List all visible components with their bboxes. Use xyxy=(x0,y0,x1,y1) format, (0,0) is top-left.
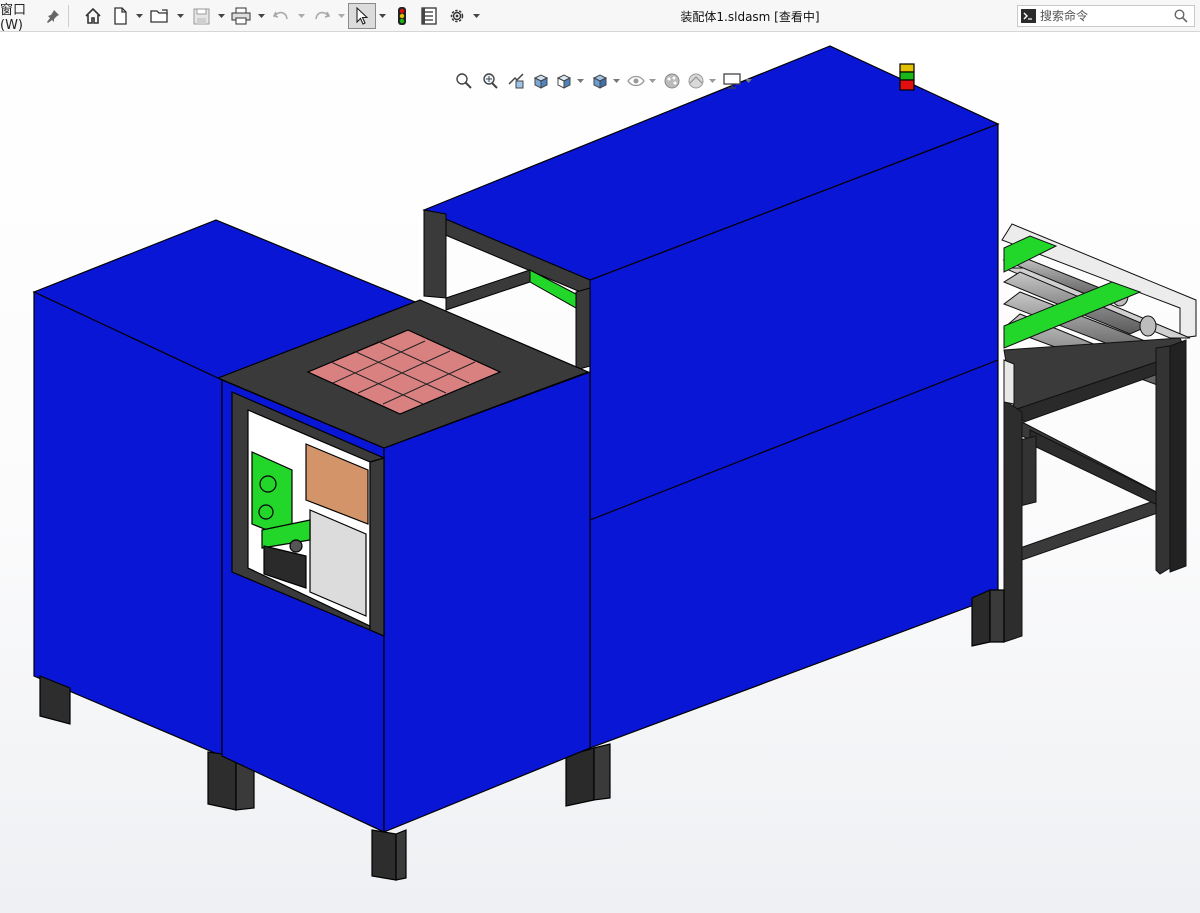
undo-dropdown-chevron-icon[interactable] xyxy=(297,11,305,21)
new-document-icon[interactable] xyxy=(110,0,130,32)
section-view-icon[interactable] xyxy=(530,69,554,93)
home-icon[interactable] xyxy=(82,0,104,32)
heads-up-view-toolbar xyxy=(452,69,752,93)
feeder-leg xyxy=(371,829,397,881)
display-style-icon[interactable] xyxy=(588,69,612,93)
zoom-to-fit-icon[interactable] xyxy=(452,69,476,93)
new-dropdown-chevron-icon[interactable] xyxy=(135,11,143,21)
print-icon[interactable] xyxy=(230,0,252,32)
title-bar: 窗口(W) 装配体1.sldasm [查看中] 搜索命令 xyxy=(0,0,1200,33)
select-dropdown-chevron-icon[interactable] xyxy=(378,11,386,21)
open-folder-icon[interactable] xyxy=(149,0,171,32)
search-input[interactable] xyxy=(1040,6,1172,26)
file-properties-icon[interactable] xyxy=(418,0,440,32)
menu-window-label: 窗口(W) xyxy=(0,3,27,33)
enclosure-leg xyxy=(971,589,991,647)
view-settings-icon[interactable] xyxy=(720,69,744,93)
pin-icon[interactable] xyxy=(42,0,64,32)
signal-beacon xyxy=(899,63,915,91)
previous-view-icon[interactable] xyxy=(504,69,528,93)
print-dropdown-chevron-icon[interactable] xyxy=(257,11,265,21)
redo-dropdown-chevron-icon[interactable] xyxy=(337,11,345,21)
view-orientation-chevron-icon[interactable] xyxy=(576,69,584,93)
display-style-chevron-icon[interactable] xyxy=(612,69,620,93)
undo-icon[interactable] xyxy=(270,0,292,32)
assembly-model[interactable] xyxy=(0,33,1200,913)
search-command-box[interactable] xyxy=(1017,5,1195,27)
options-dropdown-chevron-icon[interactable] xyxy=(472,11,480,21)
zoom-to-area-icon[interactable] xyxy=(478,69,502,93)
rebuild-icon[interactable] xyxy=(392,0,412,32)
document-title: 装配体1.sldasm [查看中] xyxy=(680,10,820,24)
frame-leg xyxy=(1155,345,1171,575)
toolbar-separator xyxy=(68,5,69,27)
apply-scene-chevron-icon[interactable] xyxy=(708,69,716,93)
open-dropdown-chevron-icon[interactable] xyxy=(176,11,184,21)
save-icon[interactable] xyxy=(190,0,212,32)
view-orientation-icon[interactable] xyxy=(552,69,576,93)
menu-window[interactable]: 窗口(W) xyxy=(0,0,36,33)
search-icon[interactable] xyxy=(1174,9,1188,26)
hide-show-items-icon[interactable] xyxy=(624,69,648,93)
graphics-viewport[interactable] xyxy=(0,33,1200,913)
apply-scene-icon[interactable] xyxy=(684,69,708,93)
hide-show-chevron-icon[interactable] xyxy=(648,69,656,93)
command-prompt-icon xyxy=(1021,9,1036,26)
redo-icon[interactable] xyxy=(311,0,333,32)
options-gear-icon[interactable] xyxy=(446,0,468,32)
frame-leg xyxy=(1003,399,1023,643)
select-cursor-icon[interactable] xyxy=(348,3,376,29)
save-dropdown-chevron-icon[interactable] xyxy=(217,11,225,21)
edit-appearance-icon[interactable] xyxy=(660,69,684,93)
view-settings-chevron-icon[interactable] xyxy=(744,69,752,93)
